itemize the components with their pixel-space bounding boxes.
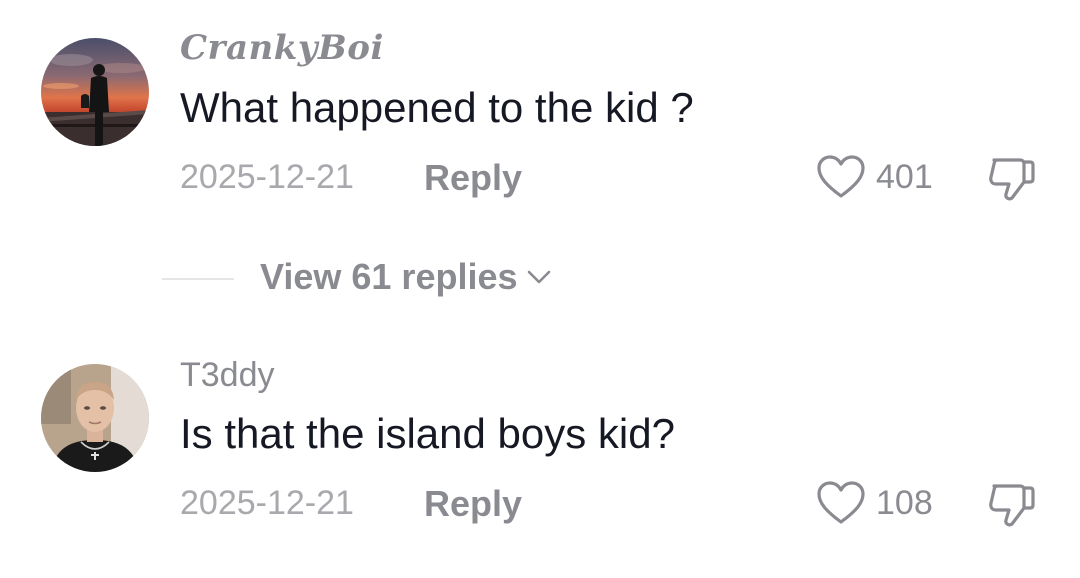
heart-icon [817,481,865,524]
like-count: 401 [876,157,933,196]
comment-date: 2025-12-21 [180,158,354,196]
reply-button[interactable]: Reply [424,483,522,525]
like-button[interactable]: 401 [816,152,933,202]
person-photo-avatar-icon [41,364,149,472]
username[interactable]: T3ddy [180,356,275,395]
comment-actions: 2025-12-21 Reply 108 [180,481,1050,530]
comment-text: Is that the island boys kid? [180,410,675,457]
thumbs-down-icon[interactable] [986,478,1038,530]
sunset-silhouette-avatar-icon [41,38,149,146]
like-count: 108 [876,483,933,522]
avatar[interactable] [41,38,149,146]
divider [162,278,234,280]
chevron-down-icon [527,270,550,284]
like-button[interactable]: 108 [816,478,933,528]
comment-date: 2025-12-21 [180,484,354,522]
view-replies-button[interactable]: View 61 replies [260,256,552,298]
comment-text: What happened to the kid ? [180,84,694,131]
thumbs-down-icon[interactable] [986,152,1038,204]
view-replies-label: View 61 replies [260,256,518,297]
avatar[interactable] [41,364,149,472]
reply-button[interactable]: Reply [424,157,522,199]
heart-icon [817,155,865,198]
comment-actions: 2025-12-21 Reply 401 [180,155,1050,204]
username[interactable]: CrankyBoi [180,28,384,68]
view-replies-row: View 61 replies [162,256,662,302]
